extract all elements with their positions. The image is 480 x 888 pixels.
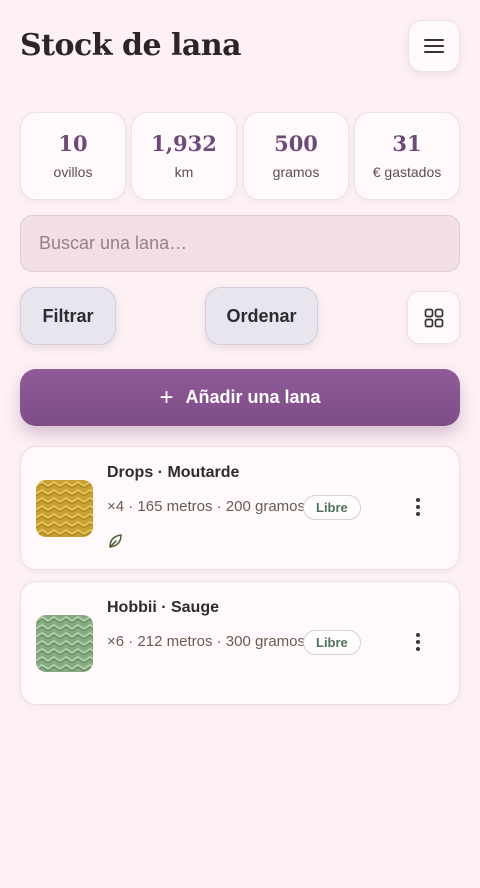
- more-dot-icon: [416, 498, 420, 502]
- yarn-details: ×4 · 165 metros · 200 gramos: [107, 498, 306, 515]
- stat-card-ovillos: 10 ovillos: [20, 112, 126, 200]
- yarn-name: Hobbii · Sauge: [107, 599, 219, 616]
- more-options-button[interactable]: [406, 627, 430, 657]
- more-options-button[interactable]: [406, 492, 430, 522]
- more-dot-icon: [416, 633, 420, 637]
- stat-card-gastados: 31 € gastados: [354, 112, 460, 200]
- stat-label: ovillos: [53, 164, 93, 180]
- status-badge: Libre: [303, 495, 361, 520]
- yarn-swatch: [36, 615, 93, 672]
- stat-value: 31: [392, 131, 422, 156]
- plus-icon: +: [159, 383, 174, 411]
- header: Stock de lana: [20, 20, 460, 74]
- filter-button-label: Filtrar: [42, 305, 94, 326]
- stat-value: 500: [274, 131, 318, 156]
- yarn-card[interactable]: Hobbii · Sauge ×6 · 212 metros · 300 gra…: [20, 581, 460, 705]
- yarn-name: Drops · Moutarde: [107, 464, 240, 481]
- page-title: Stock de lana: [20, 28, 242, 63]
- stat-label: € gastados: [372, 164, 442, 180]
- more-dot-icon: [416, 512, 420, 516]
- more-dot-icon: [416, 647, 420, 651]
- stat-label: gramos: [272, 164, 320, 180]
- filter-button[interactable]: Filtrar: [20, 287, 116, 345]
- sort-button-label: Ordenar: [226, 305, 297, 326]
- add-yarn-button[interactable]: + Añadir una lana: [20, 369, 460, 426]
- stats-row: 10 ovillos 1,932 km 500 gramos 31 € gast…: [20, 112, 460, 200]
- stat-value: 1,932: [151, 131, 217, 156]
- more-dot-icon: [416, 505, 420, 509]
- stat-card-km: 1,932 km: [131, 112, 237, 200]
- add-yarn-label: Añadir una lana: [185, 387, 321, 407]
- stat-card-gramos: 500 gramos: [243, 112, 349, 200]
- stat-value: 10: [58, 131, 88, 156]
- leaf-icon: [109, 534, 122, 548]
- menu-button[interactable]: [408, 20, 460, 72]
- yarn-stock-page: Stock de lana 10 ovillos 1,932 km 500 gr…: [0, 0, 480, 888]
- status-badge: Libre: [303, 630, 361, 655]
- hamburger-menu-icon: [424, 39, 444, 53]
- grid-view-icon: [424, 308, 443, 327]
- yarn-card[interactable]: Drops · Moutarde ×4 · 165 metros · 200 g…: [20, 446, 460, 570]
- search-input[interactable]: [20, 215, 460, 272]
- yarn-details: ×6 · 212 metros · 300 gramos: [107, 633, 306, 650]
- yarn-swatch: [36, 480, 93, 537]
- stat-label: km: [174, 164, 194, 180]
- sort-button[interactable]: Ordenar: [205, 287, 318, 345]
- more-dot-icon: [416, 640, 420, 644]
- grid-view-button[interactable]: [407, 291, 460, 344]
